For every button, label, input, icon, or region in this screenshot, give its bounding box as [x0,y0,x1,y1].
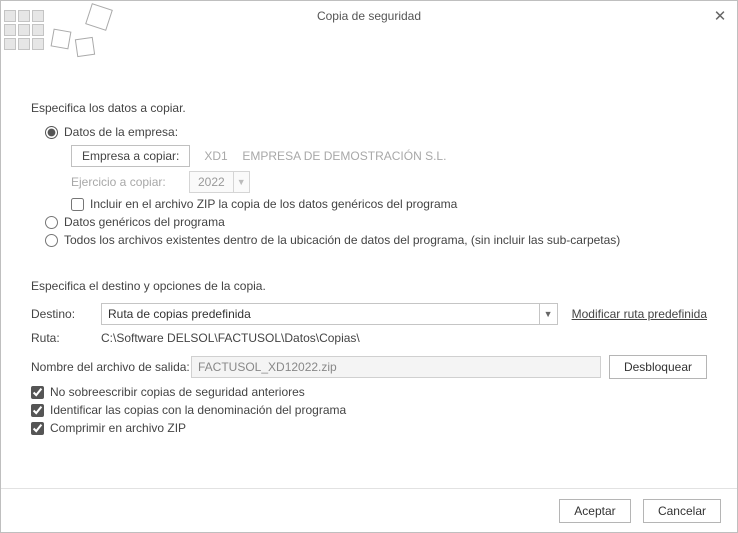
checkbox-identificar[interactable] [31,404,44,417]
modificar-ruta-link[interactable]: Modificar ruta predefinida [572,307,707,321]
checkbox-no-sobreescribir-label: No sobreescribir copias de seguridad ant… [50,385,305,399]
checkbox-comprimir-zip-label: Comprimir en archivo ZIP [50,421,186,435]
nombre-archivo-field: FACTUSOL_XD12022.zip [191,356,601,378]
checkbox-nosobre-row[interactable]: No sobreescribir copias de seguridad ant… [31,385,707,399]
checkbox-incluir-row[interactable]: Incluir en el archivo ZIP la copia de lo… [71,197,707,211]
chevron-down-icon: ▼ [539,304,557,324]
option-todos[interactable]: Todos los archivos existentes dentro de … [45,233,707,247]
checkbox-incluir-label: Incluir en el archivo ZIP la copia de lo… [90,197,457,211]
checkbox-identificar-label: Identificar las copias con la denominaci… [50,403,346,417]
empresa-code: XD1 [204,149,242,163]
option-genericos[interactable]: Datos genéricos del programa [45,215,707,229]
destino-dropdown[interactable]: Ruta de copias predefinida ▼ [101,303,558,325]
ruta-value: C:\Software DELSOL\FACTUSOL\Datos\Copias… [101,331,360,345]
radio-todos-label: Todos los archivos existentes dentro de … [64,233,620,247]
checkbox-zip-row[interactable]: Comprimir en archivo ZIP [31,421,707,435]
radio-genericos-label: Datos genéricos del programa [64,215,225,229]
destino-value: Ruta de copias predefinida [108,307,251,321]
desbloquear-button[interactable]: Desbloquear [609,355,707,379]
radio-datos-empresa-label: Datos de la empresa: [64,125,178,139]
section-copy-data-title: Especifica los datos a copiar. [31,101,707,115]
empresa-name: EMPRESA DE DEMOSTRACIÓN S.L. [242,149,446,163]
cancelar-button[interactable]: Cancelar [643,499,721,523]
close-icon[interactable]: ✕ [711,7,729,25]
radio-genericos[interactable] [45,216,58,229]
radio-todos[interactable] [45,234,58,247]
section-destination-title: Especifica el destino y opciones de la c… [31,279,707,293]
ejercicio-year-dropdown[interactable]: 2022 ▼ [189,171,250,193]
aceptar-button[interactable]: Aceptar [559,499,631,523]
ejercicio-label: Ejercicio a copiar: [71,175,189,189]
nombre-archivo-label: Nombre del archivo de salida: [31,360,191,374]
checkbox-comprimir-zip[interactable] [31,422,44,435]
empresa-a-copiar-button[interactable]: Empresa a copiar: [71,145,190,167]
titlebar: Copia de seguridad ✕ [1,1,737,31]
destino-label: Destino: [31,307,101,321]
option-datos-empresa[interactable]: Datos de la empresa: [45,125,707,139]
radio-datos-empresa[interactable] [45,126,58,139]
window-title: Copia de seguridad [317,9,421,23]
ruta-label: Ruta: [31,331,101,345]
checkbox-ident-row[interactable]: Identificar las copias con la denominaci… [31,403,707,417]
nombre-archivo-value: FACTUSOL_XD12022.zip [198,360,337,374]
chevron-down-icon: ▼ [233,172,249,192]
dialog-window: Copia de seguridad ✕ Especifica los dato… [0,0,738,533]
checkbox-no-sobreescribir[interactable] [31,386,44,399]
footer: Aceptar Cancelar [1,488,737,532]
ejercicio-year-value: 2022 [190,175,233,189]
checkbox-incluir-genericos[interactable] [71,198,84,211]
